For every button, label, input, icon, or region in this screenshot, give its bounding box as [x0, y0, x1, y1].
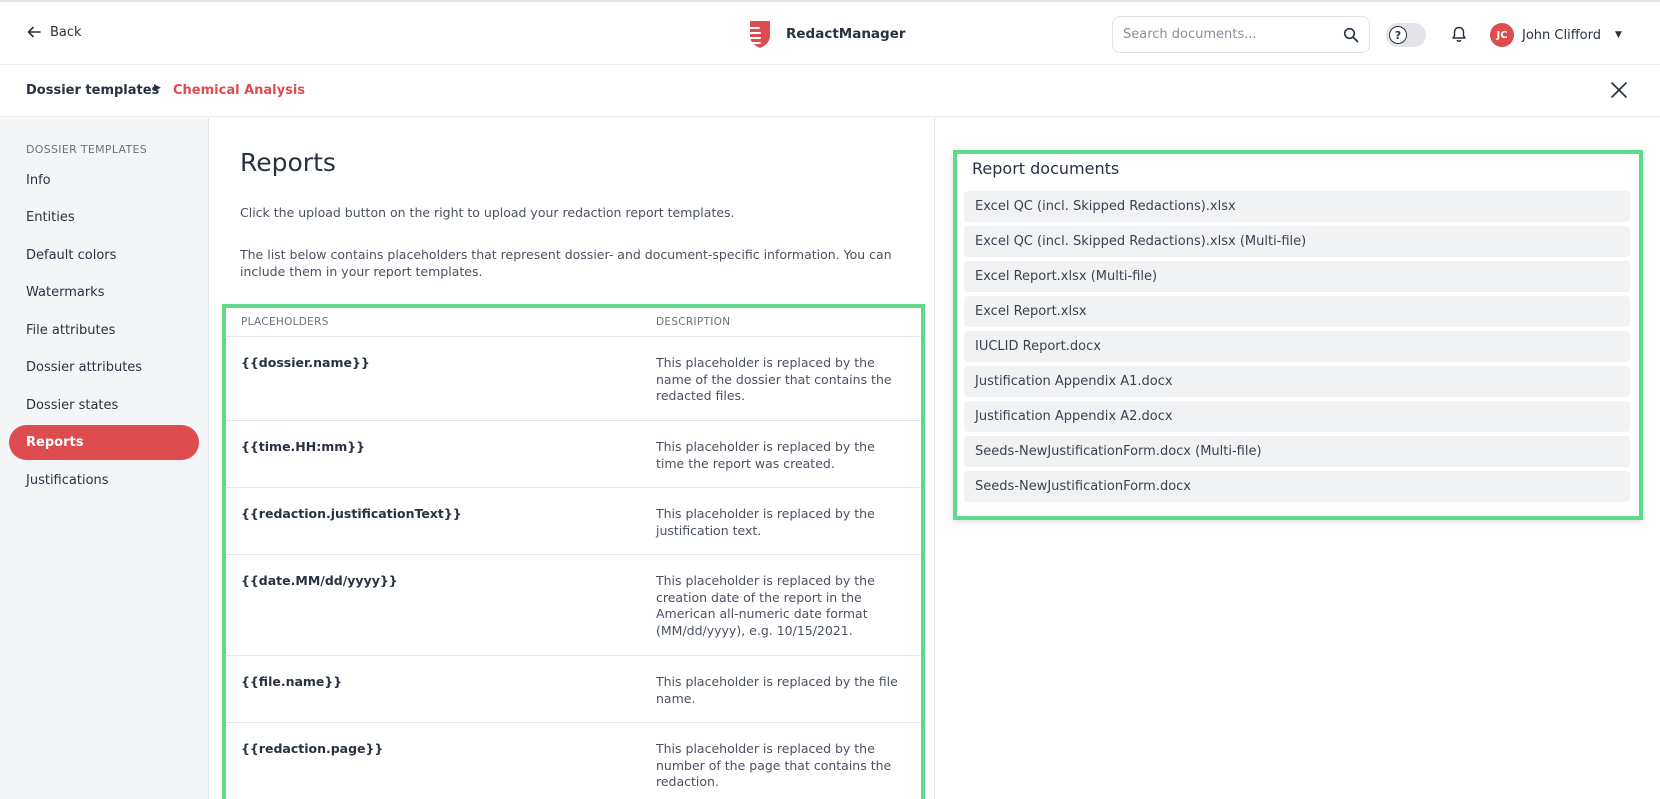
- help-icon: ?: [1389, 26, 1407, 44]
- sidebar-item-info[interactable]: Info: [9, 163, 199, 198]
- avatar: JC: [1490, 23, 1514, 47]
- back-label: Back: [50, 24, 82, 40]
- report-documents-panel: Report documents Excel QC (incl. Skipped…: [936, 118, 1660, 799]
- sidebar-item-watermarks[interactable]: Watermarks: [9, 275, 199, 310]
- report-document-item[interactable]: Excel QC (incl. Skipped Redactions).xlsx…: [964, 226, 1630, 257]
- report-document-item[interactable]: Excel Report.xlsx (Multi-file): [964, 261, 1630, 292]
- report-document-item[interactable]: Excel Report.xlsx: [964, 296, 1630, 327]
- report-document-item[interactable]: Seeds-NewJustificationForm.docx: [964, 471, 1630, 502]
- table-header: PLACEHOLDERS DESCRIPTION: [226, 308, 921, 337]
- sidebar-item-dossier-attributes[interactable]: Dossier attributes: [9, 350, 199, 385]
- breadcrumb-current[interactable]: Chemical Analysis: [173, 83, 305, 98]
- report-document-item[interactable]: Excel QC (incl. Skipped Redactions).xlsx: [964, 191, 1630, 222]
- placeholder-name: {{redaction.page}}: [241, 741, 384, 756]
- placeholders-table: PLACEHOLDERS DESCRIPTION {{dossier.name}…: [222, 304, 925, 799]
- sidebar-item-dossier-states[interactable]: Dossier states: [9, 388, 199, 423]
- sidebar-item-reports[interactable]: Reports: [9, 425, 199, 460]
- sidebar: DOSSIER TEMPLATES Info Entities Default …: [0, 118, 209, 799]
- sidebar-item-entities[interactable]: Entities: [9, 200, 199, 235]
- back-button[interactable]: Back: [26, 24, 82, 40]
- table-row: {{time.HH:mm}} This placeholder is repla…: [226, 421, 921, 488]
- table-row: {{dossier.name}} This placeholder is rep…: [226, 337, 921, 421]
- table-row: {{date.MM/dd/yyyy}} This placeholder is …: [226, 555, 921, 656]
- column-header-description: DESCRIPTION: [656, 316, 731, 328]
- app-name: RedactManager: [786, 26, 906, 42]
- table-row: {{file.name}} This placeholder is replac…: [226, 656, 921, 723]
- sidebar-item-default-colors[interactable]: Default colors: [9, 238, 199, 273]
- app-brand: RedactManager: [744, 18, 906, 50]
- report-document-item[interactable]: Seeds-NewJustificationForm.docx (Multi-f…: [964, 436, 1630, 467]
- sidebar-title: DOSSIER TEMPLATES: [26, 143, 148, 156]
- placeholder-description: This placeholder is replaced by the crea…: [656, 573, 875, 638]
- placeholder-description: This placeholder is replaced by the file…: [656, 674, 898, 706]
- sidebar-item-justifications[interactable]: Justifications: [9, 463, 199, 498]
- report-documents-title: Report documents: [972, 159, 1120, 178]
- caret-down-icon: ▼: [1614, 30, 1622, 40]
- placeholder-description: This placeholder is replaced by the just…: [656, 506, 875, 538]
- placeholder-name: {{redaction.justificationText}}: [241, 506, 462, 521]
- main-content: Reports Click the upload button on the r…: [210, 118, 935, 799]
- placeholder-description: This placeholder is replaced by the time…: [656, 439, 875, 471]
- sidebar-item-file-attributes[interactable]: File attributes: [9, 313, 199, 348]
- column-header-placeholders: PLACEHOLDERS: [241, 316, 329, 328]
- redactmanager-logo-icon: [745, 21, 770, 48]
- report-document-item[interactable]: Justification Appendix A1.docx: [964, 366, 1630, 397]
- breadcrumb-dossier-templates[interactable]: Dossier templates: [26, 83, 159, 98]
- report-documents-list: Report documents Excel QC (incl. Skipped…: [953, 150, 1643, 520]
- search-icon[interactable]: [1343, 27, 1359, 43]
- placeholders-description: The list below contains placeholders tha…: [240, 247, 892, 279]
- user-name: John Clifford: [1522, 27, 1601, 43]
- search-input[interactable]: [1123, 27, 1343, 42]
- user-menu[interactable]: JC John Clifford ▼: [1490, 23, 1622, 47]
- table-row: {{redaction.page}} This placeholder is r…: [226, 723, 921, 799]
- close-icon[interactable]: [1608, 79, 1630, 101]
- page-title: Reports: [240, 148, 336, 177]
- placeholder-description: This placeholder is replaced by the numb…: [656, 741, 892, 789]
- breadcrumb: Dossier templates ▶ Chemical Analysis: [0, 65, 1660, 117]
- search-box[interactable]: [1112, 16, 1370, 53]
- placeholder-name: {{date.MM/dd/yyyy}}: [241, 573, 398, 588]
- bell-icon[interactable]: [1450, 25, 1468, 43]
- top-bar: Back RedactManager ? JC John Clifford ▼: [0, 0, 1660, 65]
- placeholder-description: This placeholder is replaced by the name…: [656, 355, 892, 403]
- arrow-left-icon: [27, 26, 41, 38]
- breadcrumb-separator-icon: ▶: [154, 83, 161, 93]
- table-row: {{redaction.justificationText}} This pla…: [226, 488, 921, 555]
- upload-description: Click the upload button on the right to …: [240, 205, 735, 220]
- help-mode-toggle[interactable]: ?: [1386, 23, 1426, 47]
- report-document-item[interactable]: Justification Appendix A2.docx: [964, 401, 1630, 432]
- placeholder-name: {{file.name}}: [241, 674, 343, 689]
- report-document-item[interactable]: IUCLID Report.docx: [964, 331, 1630, 362]
- placeholder-name: {{time.HH:mm}}: [241, 439, 366, 454]
- placeholder-name: {{dossier.name}}: [241, 355, 370, 370]
